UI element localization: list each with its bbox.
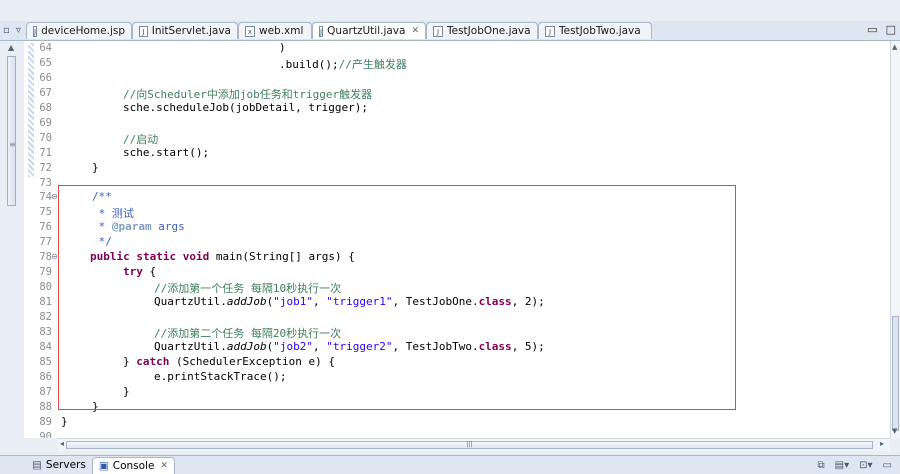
java-file-icon: J (545, 25, 555, 37)
jsp-file-icon: J (33, 25, 38, 37)
tab-console[interactable]: ▣ Console ✕ (91, 456, 175, 474)
view-menu-icon[interactable]: ▿ (16, 25, 21, 36)
scroll-up-icon[interactable]: ▲ (892, 43, 897, 51)
line-number: 66 (39, 72, 52, 84)
tab-label: InitServlet.java (151, 25, 231, 37)
console-icon: ▣ (98, 459, 109, 472)
line-number: 87 (39, 386, 52, 398)
line-number: 65 (39, 57, 52, 69)
line-number: 89 (39, 416, 52, 428)
line-number: 79 (39, 266, 52, 278)
fold-marker-icon[interactable]: ⊖ (51, 252, 58, 261)
line-number: 74 (39, 191, 52, 203)
line-number: 70 (39, 132, 52, 144)
open-console-icon[interactable]: ⧉ (818, 460, 825, 471)
line-number-gutter: 64 65 66 67 68 69 70 71 72 73 74 ⊖ 75 76… (24, 41, 58, 438)
tab-label: Console (112, 459, 155, 472)
line-number: 85 (39, 356, 52, 368)
tab-initservlet-java[interactable]: J InitServlet.java (132, 22, 238, 39)
tab-label: Servers (45, 459, 86, 471)
tab-label: deviceHome.jsp (41, 25, 125, 37)
scroll-left-icon[interactable]: ◂ (60, 439, 64, 448)
tab-devicehome-jsp[interactable]: J deviceHome.jsp (26, 22, 132, 39)
fold-marker-icon[interactable]: ⊖ (51, 192, 58, 201)
line-number: 76 (39, 221, 52, 233)
line-number: 78 (39, 251, 52, 263)
code-line: } (92, 161, 99, 174)
tab-label: TestJobTwo.java (559, 25, 641, 37)
java-file-icon: J (139, 25, 148, 37)
code-comment: //启动 (123, 133, 159, 146)
close-tab-icon[interactable]: ✕ (160, 461, 168, 471)
vertical-scroll-thumb[interactable] (892, 316, 899, 431)
tab-label: TestJobOne.java (447, 25, 531, 37)
tab-quartzutil-java[interactable]: J QuartzUtil.java ✕ (312, 22, 426, 39)
line-number: 86 (39, 371, 52, 383)
minimize-icon[interactable]: ▭ (867, 23, 877, 36)
line-number: 64 (39, 42, 52, 54)
line-number: 68 (39, 102, 52, 114)
line-number: 77 (39, 236, 52, 248)
code-line: .build();//产生触发器 (279, 58, 407, 71)
tab-label: web.xml (259, 25, 304, 37)
code-line: sche.scheduleJob(jobDetail, trigger); (123, 101, 369, 114)
line-number: 88 (39, 401, 52, 413)
vertical-scrollbar[interactable]: ▲ ▼ (890, 41, 900, 438)
scroll-right-icon[interactable]: ▸ (880, 439, 884, 448)
line-number: 82 (39, 311, 52, 323)
code-line: ) (279, 41, 286, 54)
close-tab-icon[interactable]: ✕ (411, 26, 419, 36)
minimize-icon[interactable]: ▭ (883, 460, 892, 471)
tab-testjobtwo-java[interactable]: J TestJobTwo.java (538, 22, 652, 39)
scroll-up-arrow-icon[interactable]: ▲ (8, 43, 14, 52)
editor-window-controls: ▭ □ (867, 23, 896, 36)
line-number: 81 (39, 296, 52, 308)
editor-tab-bar: ▫ ▿ J deviceHome.jsp J InitServlet.java … (0, 21, 900, 41)
tab-servers[interactable]: ▤ Servers (26, 457, 92, 474)
tab-web-xml[interactable]: x web.xml (238, 22, 312, 39)
line-number: 75 (39, 206, 52, 218)
maximize-icon[interactable]: □ (886, 23, 896, 36)
java-file-icon: J (319, 25, 324, 37)
display-selected-console-icon[interactable]: ▤▾ (835, 460, 849, 471)
scroll-down-icon[interactable]: ▼ (892, 427, 897, 435)
code-line: } (61, 415, 68, 428)
line-number: 84 (39, 341, 52, 353)
line-number: 90 (39, 431, 52, 438)
line-number: 73 (39, 177, 52, 189)
line-number: 67 (39, 87, 52, 99)
view-tools: ▫ ▿ (0, 21, 24, 40)
grip-icon: ≡ (9, 140, 16, 149)
line-number: 71 (39, 147, 52, 159)
java-file-icon: J (433, 25, 443, 37)
servers-icon: ▤ (32, 459, 42, 471)
line-number: 69 (39, 117, 52, 129)
horizontal-scroll-thumb[interactable]: ||| (66, 441, 873, 449)
pin-console-icon[interactable]: ⊡▾ (859, 460, 872, 471)
line-number: 72 (39, 162, 52, 174)
horizontal-scrollbar[interactable]: ◂ ||| ▸ (58, 438, 890, 451)
left-panel-strip: ▲ ≡ (0, 41, 24, 438)
xml-file-icon: x (245, 25, 255, 37)
bottom-view-tab-bar: ▤ Servers ▣ Console ✕ ⧉ ▤▾ ⊡▾ ▭ (0, 455, 900, 474)
tab-testjobone-java[interactable]: J TestJobOne.java (426, 22, 538, 39)
left-panel-scrollbar[interactable] (7, 56, 16, 206)
line-number: 80 (39, 281, 52, 293)
highlight-box (58, 185, 736, 410)
console-toolbar: ⧉ ▤▾ ⊡▾ ▭ (818, 460, 892, 471)
code-line: sche.start(); (123, 146, 210, 159)
code-comment: //向Scheduler中添加job任务和trigger触发器 (123, 88, 373, 101)
tab-label: QuartzUtil.java (327, 25, 406, 37)
line-number: 83 (39, 326, 52, 338)
restore-icon[interactable]: ▫ (3, 25, 10, 36)
